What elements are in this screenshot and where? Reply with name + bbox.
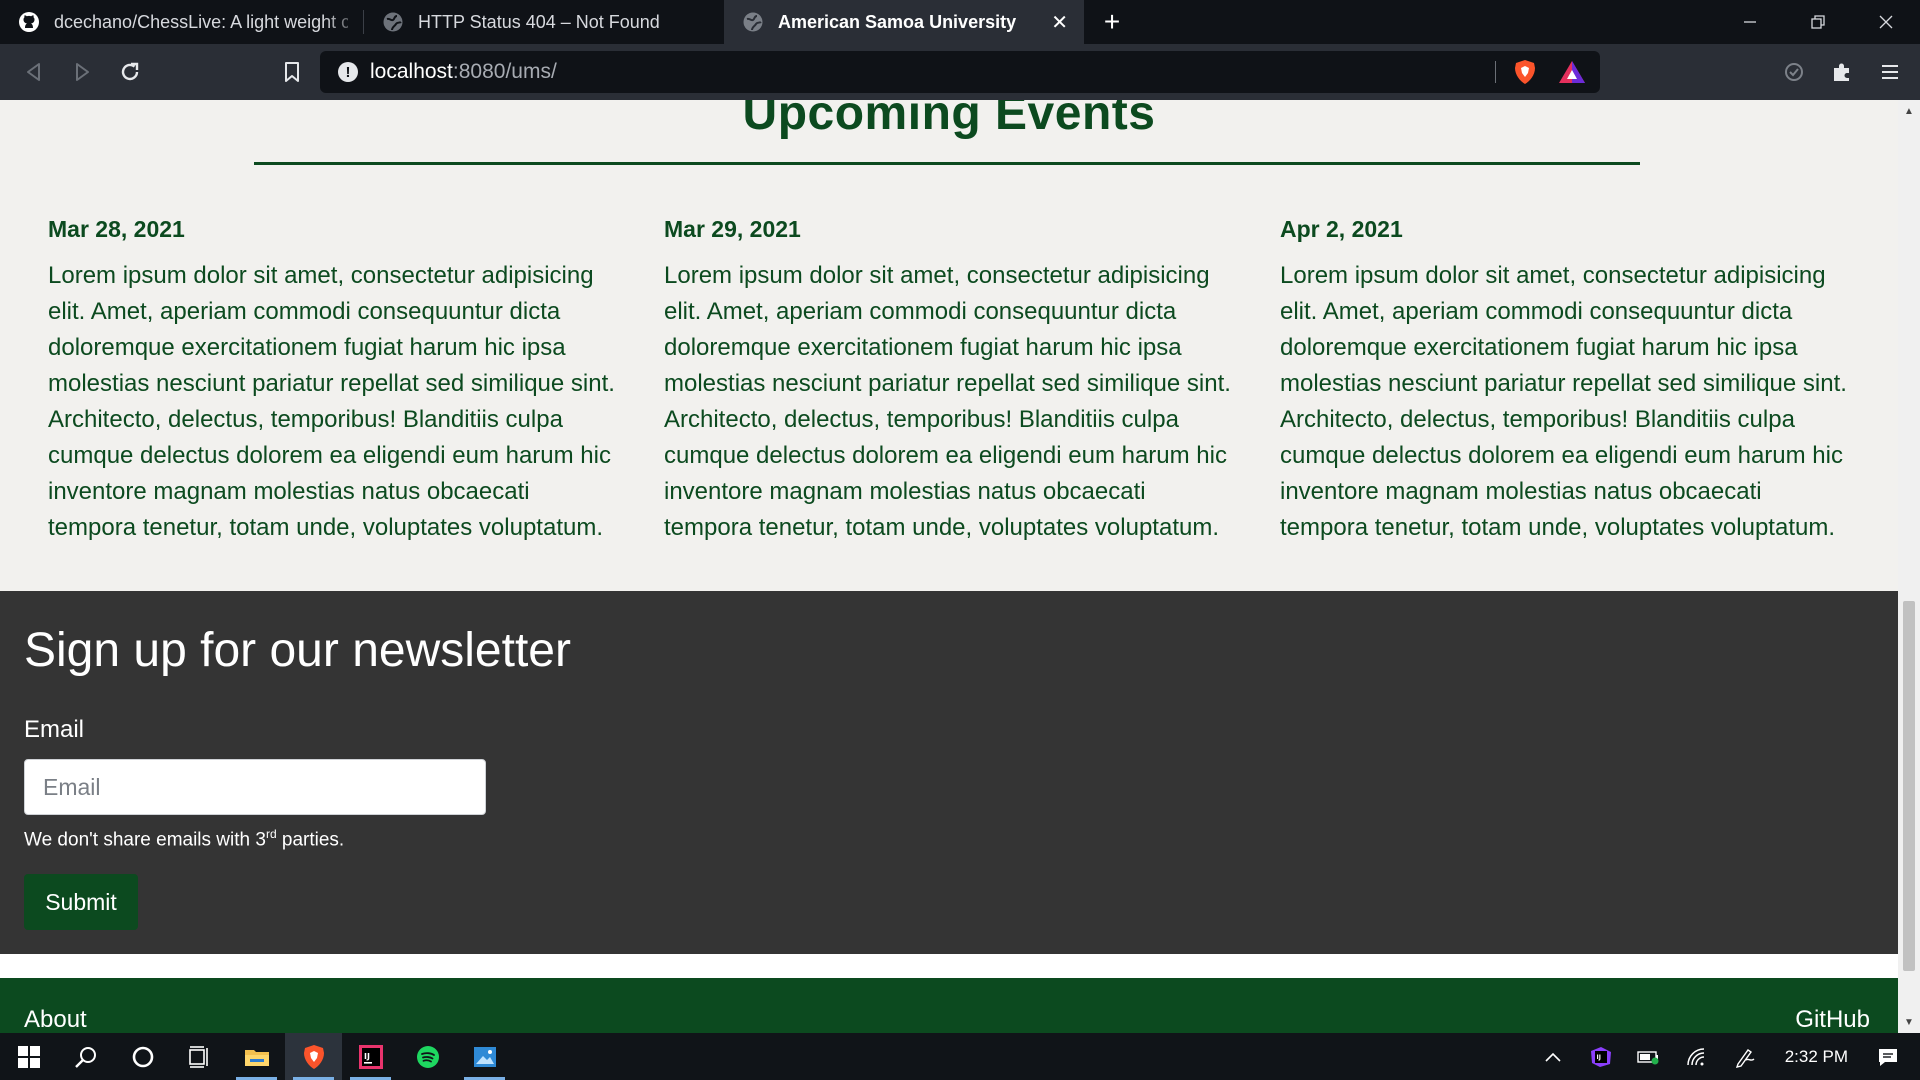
close-tab-icon[interactable]: ✕ [1041, 10, 1068, 35]
back-icon [27, 63, 40, 81]
reload-button[interactable] [106, 44, 154, 100]
restore-button[interactable] [1784, 0, 1852, 44]
toolbar-extensions [1770, 44, 1920, 100]
file-explorer-icon[interactable] [228, 1033, 285, 1080]
window-controls [1716, 0, 1920, 44]
tab-http-404[interactable]: HTTP Status 404 – Not Found [364, 0, 724, 44]
brave-shields-icon[interactable] [1512, 59, 1538, 85]
tab-chesslive[interactable]: dcechano/ChessLive: A light weight chess… [0, 0, 364, 44]
forward-icon [76, 63, 89, 81]
globe-icon [382, 11, 404, 33]
windows-start-icon[interactable] [0, 1033, 57, 1080]
chevron-up-icon[interactable] [1529, 1033, 1577, 1080]
email-label: Email [24, 716, 85, 743]
hamburger-menu-icon [1882, 65, 1898, 79]
event-card: Mar 28, 2021 Lorem ipsum dolor sit amet,… [48, 216, 618, 546]
site-info-icon[interactable]: ! [338, 62, 358, 82]
close-icon [1879, 15, 1893, 29]
bookmark-button[interactable] [268, 44, 316, 100]
sync-icon [1785, 63, 1803, 81]
brave-browser-icon[interactable] [285, 1033, 342, 1080]
restore-icon [1811, 15, 1825, 29]
tab-title: dcechano/ChessLive: A light weight chess… [54, 11, 348, 32]
email-help-text: We don't share emails with 3rd parties. [24, 827, 345, 851]
globe-icon [742, 11, 764, 33]
url-path: :8080/ums/ [452, 60, 557, 83]
sync-button[interactable] [1770, 44, 1818, 100]
heading-divider [254, 162, 1640, 165]
newsletter-title: Sign up for our newsletter [24, 624, 571, 677]
intellij-icon[interactable]: IJ [342, 1033, 399, 1080]
footer-github-link[interactable]: GitHub [1795, 1006, 1870, 1033]
windows-taskbar: IJ IJ 2:32 PM [0, 1033, 1920, 1080]
reload-icon [121, 62, 139, 81]
puzzle-icon [1834, 63, 1849, 81]
address-bar[interactable]: ! localhost:8080/ums/ [320, 51, 1600, 93]
extensions-button[interactable] [1818, 44, 1866, 100]
spotify-icon[interactable] [399, 1033, 456, 1080]
event-description: Lorem ipsum dolor sit amet, consectetur … [664, 262, 1231, 541]
tab-title: HTTP Status 404 – Not Found [418, 11, 660, 32]
new-tab-button[interactable]: + [1084, 0, 1140, 44]
back-button[interactable] [10, 44, 58, 100]
event-card: Mar 29, 2021 Lorem ipsum dolor sit amet,… [664, 216, 1234, 546]
pen-workspace-icon[interactable] [1721, 1033, 1769, 1080]
minimize-button[interactable] [1716, 0, 1784, 44]
close-window-button[interactable] [1852, 0, 1920, 44]
forward-button[interactable] [58, 44, 106, 100]
events-heading: Upcoming Events [742, 100, 1156, 140]
search-icon[interactable] [57, 1033, 114, 1080]
svg-text:IJ: IJ [1596, 1054, 1600, 1061]
scroll-up-arrow-icon[interactable]: ▲ [1898, 100, 1920, 122]
brave-rewards-icon[interactable] [1558, 60, 1586, 84]
scroll-down-arrow-icon[interactable]: ▼ [1898, 1011, 1920, 1033]
task-view-icon[interactable] [171, 1033, 228, 1080]
cortana-icon[interactable] [114, 1033, 171, 1080]
event-description: Lorem ipsum dolor sit amet, consectetur … [48, 262, 615, 541]
system-tray: IJ 2:32 PM [1529, 1033, 1920, 1080]
event-card: Apr 2, 2021 Lorem ipsum dolor sit amet, … [1280, 216, 1850, 546]
photos-icon[interactable] [456, 1033, 513, 1080]
event-date: Mar 29, 2021 [664, 216, 801, 242]
event-date: Apr 2, 2021 [1280, 216, 1403, 242]
menu-button[interactable] [1866, 44, 1914, 100]
footer-spacer [0, 954, 1898, 978]
tab-title: American Samoa University [778, 11, 1017, 32]
browser-toolbar: ! localhost:8080/ums/ [0, 44, 1920, 100]
browser-tab-strip: dcechano/ChessLive: A light weight chess… [0, 0, 1920, 44]
bookmark-icon [285, 62, 299, 82]
event-date: Mar 28, 2021 [48, 216, 185, 242]
url-host: localhost [370, 60, 453, 83]
site-footer: About GitHub [0, 978, 1898, 1033]
wifi-icon[interactable] [1673, 1033, 1721, 1080]
action-center-icon[interactable] [1864, 1033, 1912, 1080]
event-description: Lorem ipsum dolor sit amet, consectetur … [1280, 262, 1847, 541]
newsletter-section: Sign up for our newsletter Email We don'… [0, 591, 1898, 954]
page-viewport: Upcoming Events Mar 28, 2021 Lorem ipsum… [0, 100, 1898, 1033]
svg-text:IJ: IJ [364, 1052, 370, 1061]
page-scrollbar[interactable]: ▲ ▼ [1898, 100, 1920, 1033]
minimize-icon [1744, 21, 1756, 23]
github-icon [18, 11, 40, 33]
tab-american-samoa-university[interactable]: American Samoa University ✕ [724, 0, 1084, 44]
jetbrains-toolbox-icon[interactable]: IJ [1577, 1033, 1625, 1080]
taskbar-clock[interactable]: 2:32 PM [1769, 1047, 1864, 1067]
battery-icon[interactable] [1625, 1033, 1673, 1080]
email-field[interactable] [24, 759, 486, 815]
footer-about-link[interactable]: About [24, 1006, 87, 1033]
scrollbar-thumb[interactable] [1903, 601, 1915, 971]
submit-button[interactable]: Submit [24, 874, 138, 930]
